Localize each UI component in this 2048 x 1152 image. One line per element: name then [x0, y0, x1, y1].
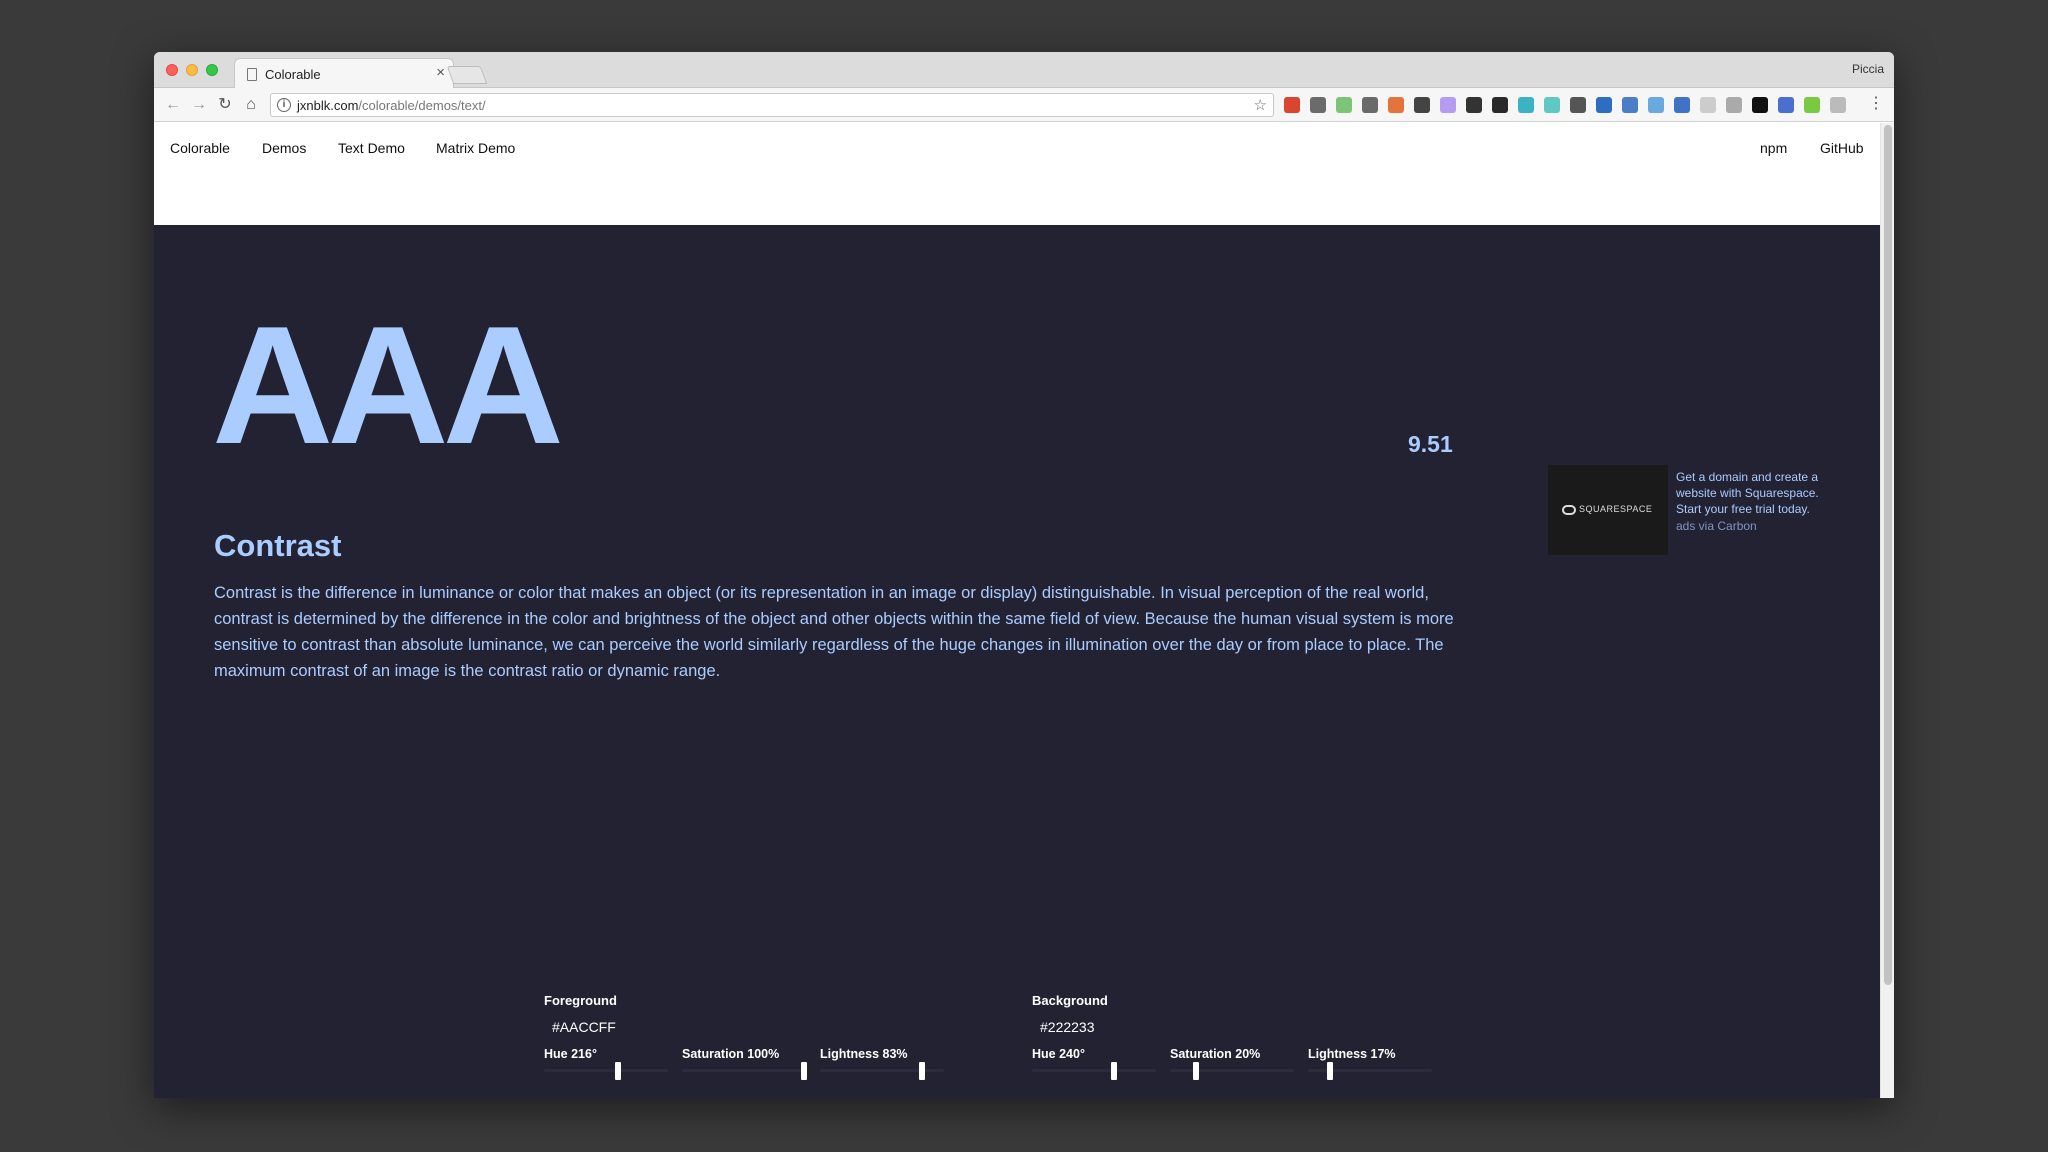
ext-moon-icon[interactable]	[1492, 97, 1508, 113]
nav-demos-link[interactable]: Demos	[262, 140, 306, 156]
ext-code-icon[interactable]	[1726, 97, 1742, 113]
background-saturation-label: Saturation 20%	[1170, 1047, 1261, 1061]
tab-colorable[interactable]: Colorable ×	[234, 58, 454, 89]
address-bar[interactable]: i jxnblk.com/colorable/demos/text/ ☆	[270, 93, 1274, 117]
ext-dark-circle-icon[interactable]	[1414, 97, 1430, 113]
foreground-saturation-slider[interactable]: Saturation 100%	[682, 1047, 807, 1091]
tab-strip: Colorable × Piccia	[154, 52, 1894, 89]
ad-text-link[interactable]: Get a domain and create a website with S…	[1676, 469, 1846, 517]
carbon-ad[interactable]: SQUARESPACE Get a domain and create a we…	[1548, 465, 1848, 585]
foreground-lightness-label: Lightness 83%	[820, 1047, 908, 1061]
profile-name[interactable]: Piccia	[1852, 62, 1884, 76]
foreground-hex-input[interactable]: #AACCFF	[552, 1019, 616, 1035]
browser-window: Colorable × Piccia ← → ↻ ⌂ i jxnblk.com/…	[154, 52, 1894, 1098]
page-scrollbar[interactable]	[1880, 123, 1894, 1098]
slider-handle[interactable]	[615, 1062, 621, 1080]
page-title: Contrast	[214, 528, 342, 563]
slider-handle[interactable]	[1193, 1062, 1199, 1080]
window-maximize-button[interactable]	[206, 64, 218, 76]
slider-handle[interactable]	[1327, 1062, 1334, 1080]
ext-evernote-icon[interactable]	[1310, 97, 1326, 113]
ext-gear-icon[interactable]	[1362, 97, 1378, 113]
ext-sync-icon[interactable]	[1622, 97, 1638, 113]
ext-w-icon[interactable]	[1570, 97, 1586, 113]
browser-toolbar: ← → ↻ ⌂ i jxnblk.com/colorable/demos/tex…	[154, 88, 1894, 122]
background-saturation-slider[interactable]: Saturation 20%	[1170, 1047, 1294, 1091]
url-host: jxnblk.com	[297, 98, 359, 113]
foreground-controls: Foreground #AACCFF Hue 216° Saturation 1…	[544, 993, 964, 1098]
nav-text-demo-link[interactable]: Text Demo	[338, 140, 405, 156]
page-viewport: Colorable Demos Text Demo Matrix Demo np…	[154, 123, 1894, 1098]
url-text: jxnblk.com/colorable/demos/text/	[297, 98, 486, 113]
nav-github-link[interactable]: GitHub	[1820, 140, 1864, 156]
window-minimize-button[interactable]	[186, 64, 198, 76]
foreground-hue-label: Hue 216°	[544, 1047, 597, 1061]
reload-icon[interactable]: ↻	[214, 94, 236, 116]
url-path: /colorable/demos/text/	[358, 98, 486, 113]
wcag-rating: AAA	[212, 291, 564, 479]
site-nav: Colorable Demos Text Demo Matrix Demo np…	[154, 123, 1880, 225]
foreground-saturation-label: Saturation 100%	[682, 1047, 780, 1061]
scrollbar-thumb[interactable]	[1884, 125, 1892, 985]
background-label: Background	[1032, 993, 1108, 1008]
slider-handle[interactable]	[1111, 1062, 1118, 1080]
background-lightness-slider[interactable]: Lightness 17%	[1308, 1047, 1432, 1091]
squarespace-logo-icon	[1562, 504, 1576, 515]
tab-close-icon[interactable]: ×	[436, 65, 445, 81]
ad-image[interactable]: SQUARESPACE	[1548, 465, 1668, 555]
squarespace-logo: SQUARESPACE	[1562, 504, 1652, 515]
ext-c-icon[interactable]	[1544, 97, 1560, 113]
slider-track[interactable]	[1170, 1069, 1294, 1072]
ext-globe-icon[interactable]	[1778, 97, 1794, 113]
new-tab-button[interactable]	[446, 66, 488, 84]
ext-facebook-icon[interactable]	[1830, 97, 1846, 113]
slider-handle[interactable]	[918, 1062, 925, 1080]
back-icon[interactable]: ←	[162, 94, 184, 116]
forward-icon[interactable]: →	[188, 94, 210, 116]
foreground-hue-slider[interactable]: Hue 216°	[544, 1047, 668, 1091]
ext-red-icon[interactable]	[1284, 97, 1300, 113]
background-hue-slider[interactable]: Hue 240°	[1032, 1047, 1156, 1091]
sample-paragraph: Contrast is the difference in luminance …	[214, 584, 1454, 680]
foreground-lightness-slider[interactable]: Lightness 83%	[820, 1047, 944, 1091]
nav-brand-link[interactable]: Colorable	[170, 140, 230, 156]
slider-track[interactable]	[544, 1069, 668, 1072]
ext-green-a-icon[interactable]	[1336, 97, 1352, 113]
ext-purple-icon[interactable]	[1440, 97, 1456, 113]
info-icon[interactable]: i	[277, 98, 291, 112]
ad-logo-text: SQUARESPACE	[1579, 504, 1653, 514]
ext-grey-icon[interactable]	[1700, 97, 1716, 113]
foreground-label: Foreground	[544, 993, 617, 1008]
ext-d-icon[interactable]	[1804, 97, 1820, 113]
nav-npm-link[interactable]: npm	[1760, 140, 1787, 156]
slider-handle[interactable]	[801, 1062, 807, 1080]
ext-shield-icon[interactable]	[1388, 97, 1404, 113]
contrast-ratio: 9.51	[1408, 431, 1453, 457]
page-icon	[247, 68, 257, 81]
ext-blue-square-icon[interactable]	[1596, 97, 1612, 113]
slider-track[interactable]	[1032, 1069, 1156, 1072]
background-hue-label: Hue 240°	[1032, 1047, 1085, 1061]
ext-glasses-icon[interactable]	[1466, 97, 1482, 113]
extensions-row	[1284, 97, 1846, 115]
background-lightness-label: Lightness 17%	[1308, 1047, 1396, 1061]
browser-menu-icon[interactable]: ⋮	[1868, 95, 1884, 113]
ext-github-icon[interactable]	[1752, 97, 1768, 113]
tab-title: Colorable	[265, 67, 321, 82]
ext-badge-icon[interactable]	[1674, 97, 1690, 113]
bookmark-star-icon[interactable]: ☆	[1254, 96, 1267, 114]
nav-matrix-demo-link[interactable]: Matrix Demo	[436, 140, 515, 156]
background-controls: Background #222233 Hue 240° Saturation 2…	[1032, 993, 1452, 1098]
slider-track[interactable]	[820, 1069, 944, 1072]
home-icon[interactable]: ⌂	[240, 94, 262, 116]
ext-iq-icon[interactable]	[1648, 97, 1664, 113]
window-close-button[interactable]	[166, 64, 178, 76]
ext-teal-icon[interactable]	[1518, 97, 1534, 113]
ads-via-carbon-link[interactable]: ads via Carbon	[1676, 519, 1757, 533]
background-hex-input[interactable]: #222233	[1040, 1019, 1095, 1035]
slider-track[interactable]	[682, 1069, 806, 1072]
